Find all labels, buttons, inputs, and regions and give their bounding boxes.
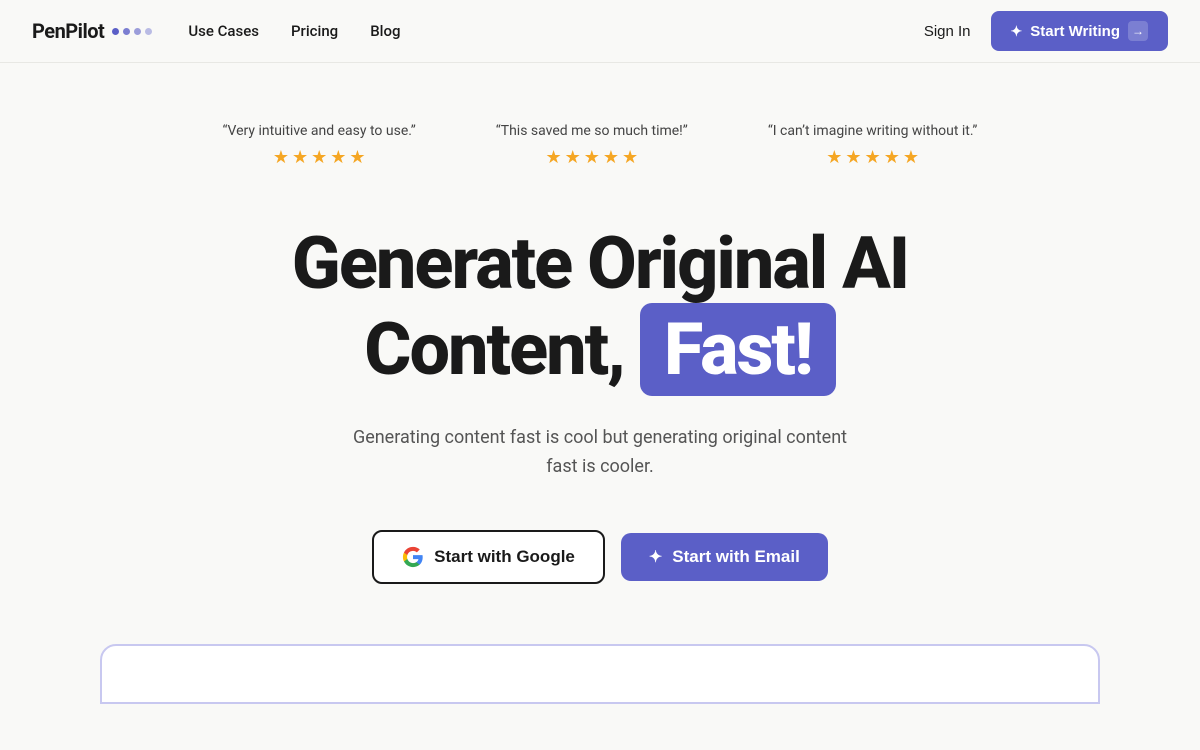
arrow-icon: → <box>1128 21 1148 41</box>
start-with-google-button[interactable]: Start with Google <box>372 530 605 584</box>
start-with-email-button[interactable]: ✦ Start with Email <box>621 533 828 581</box>
testimonial-text-3: “I can’t imagine writing without it.” <box>768 123 978 139</box>
star: ★ <box>565 147 581 168</box>
star: ★ <box>273 147 289 168</box>
hero-title-prefix: Content, <box>364 307 624 392</box>
hero-heading: Generate Original AI Content, Fast! <box>292 224 908 396</box>
main-content: “Very intuitive and easy to use.” ★ ★ ★ … <box>0 63 1200 744</box>
star: ★ <box>349 147 365 168</box>
star: ★ <box>545 147 561 168</box>
logo-text: PenPilot <box>32 19 104 43</box>
navbar-right: Sign In ✦ Start Writing → <box>924 11 1168 51</box>
testimonial-1: “Very intuitive and easy to use.” ★ ★ ★ … <box>223 123 416 168</box>
star: ★ <box>622 147 638 168</box>
star: ★ <box>845 147 861 168</box>
nav-link-use-cases[interactable]: Use Cases <box>188 22 259 40</box>
star: ★ <box>903 147 919 168</box>
nav-link-pricing[interactable]: Pricing <box>291 22 338 40</box>
star: ★ <box>603 147 619 168</box>
email-button-label: Start with Email <box>672 547 800 567</box>
star: ★ <box>311 147 327 168</box>
star: ★ <box>330 147 346 168</box>
start-writing-button[interactable]: ✦ Start Writing → <box>991 11 1168 51</box>
testimonial-text-2: “This saved me so much time!” <box>496 123 688 139</box>
star: ★ <box>884 147 900 168</box>
star: ★ <box>292 147 308 168</box>
logo-dot-1 <box>112 28 119 35</box>
logo[interactable]: PenPilot <box>32 19 152 43</box>
cta-buttons: Start with Google ✦ Start with Email <box>372 530 828 584</box>
testimonial-3: “I can’t imagine writing without it.” ★ … <box>768 123 978 168</box>
star: ★ <box>865 147 881 168</box>
star: ★ <box>826 147 842 168</box>
nav-links: Use Cases Pricing Blog <box>188 22 400 40</box>
navbar: PenPilot Use Cases Pricing Blog Sign In … <box>0 0 1200 63</box>
stars-2: ★ ★ ★ ★ ★ <box>545 147 638 168</box>
hero-fast-badge: Fast! <box>640 303 836 396</box>
sign-in-button[interactable]: Sign In <box>924 23 971 40</box>
hero-title-line1: Generate Original AI <box>292 224 908 303</box>
start-writing-label: Start Writing <box>1030 23 1120 40</box>
testimonial-text-1: “Very intuitive and easy to use.” <box>223 123 416 139</box>
hero-subtitle: Generating content fast is cool but gene… <box>350 424 850 482</box>
nav-link-blog[interactable]: Blog <box>370 22 400 40</box>
testimonial-2: “This saved me so much time!” ★ ★ ★ ★ ★ <box>496 123 688 168</box>
stars-3: ★ ★ ★ ★ ★ <box>826 147 919 168</box>
bottom-card-preview <box>100 644 1100 704</box>
stars-1: ★ ★ ★ ★ ★ <box>273 147 366 168</box>
testimonials: “Very intuitive and easy to use.” ★ ★ ★ … <box>150 123 1050 168</box>
google-button-label: Start with Google <box>434 547 575 567</box>
logo-dot-4 <box>145 28 152 35</box>
logo-dot-2 <box>123 28 130 35</box>
logo-dot-3 <box>134 28 141 35</box>
star: ★ <box>584 147 600 168</box>
navbar-left: PenPilot Use Cases Pricing Blog <box>32 19 401 43</box>
google-icon <box>402 546 424 568</box>
spark-icon: ✦ <box>1011 23 1023 40</box>
email-spark-icon: ✦ <box>649 547 662 567</box>
hero-title-line2: Content, Fast! <box>292 303 908 396</box>
logo-dots <box>112 28 152 35</box>
